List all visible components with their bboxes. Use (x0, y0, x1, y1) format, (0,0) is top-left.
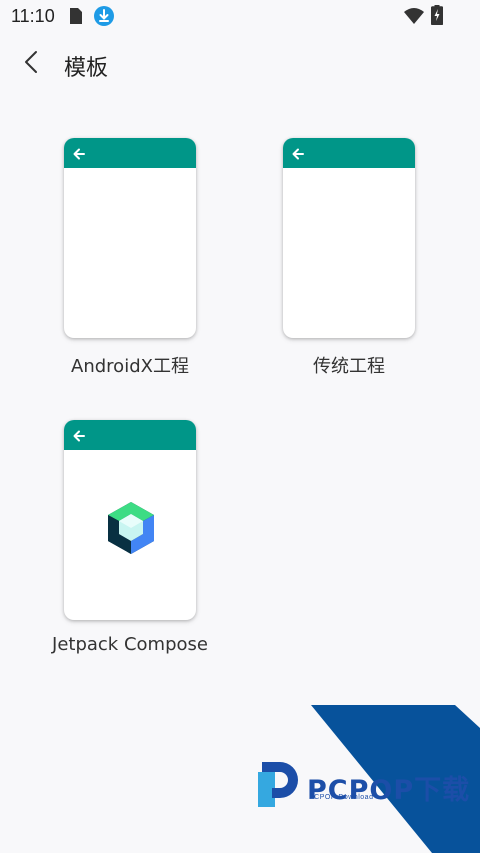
template-label: AndroidX工程 (71, 356, 189, 377)
template-card-androidx[interactable]: AndroidX工程 (63, 138, 197, 377)
battery-charging-icon (430, 5, 444, 30)
template-preview (64, 420, 196, 620)
template-preview (64, 138, 196, 338)
sim-card-icon (70, 8, 84, 29)
preview-toolbar (64, 420, 196, 450)
template-card-compose[interactable]: Jetpack Compose (52, 420, 208, 655)
watermark-subtitle: PCPOP Download (309, 794, 374, 801)
back-arrow-icon (73, 147, 85, 165)
download-icon (94, 6, 114, 31)
app-bar: 模板 (0, 32, 480, 96)
template-card-classic[interactable]: 传统工程 (282, 138, 416, 377)
preview-toolbar (64, 138, 196, 168)
status-time: 11:10 (11, 6, 55, 26)
template-label: 传统工程 (313, 356, 385, 377)
back-button[interactable] (12, 44, 52, 84)
preview-toolbar (283, 138, 415, 168)
back-arrow-icon (73, 429, 85, 447)
template-preview (283, 138, 415, 338)
jetpack-compose-logo (106, 500, 156, 561)
back-arrow-icon (292, 147, 304, 165)
chevron-left-icon (22, 50, 42, 79)
page-title: 模板 (64, 56, 109, 81)
template-label: Jetpack Compose (52, 634, 208, 655)
watermark-brand: PCPOP下载 (307, 775, 471, 806)
status-bar: 11:10 (0, 0, 480, 32)
wifi-icon (404, 8, 424, 29)
